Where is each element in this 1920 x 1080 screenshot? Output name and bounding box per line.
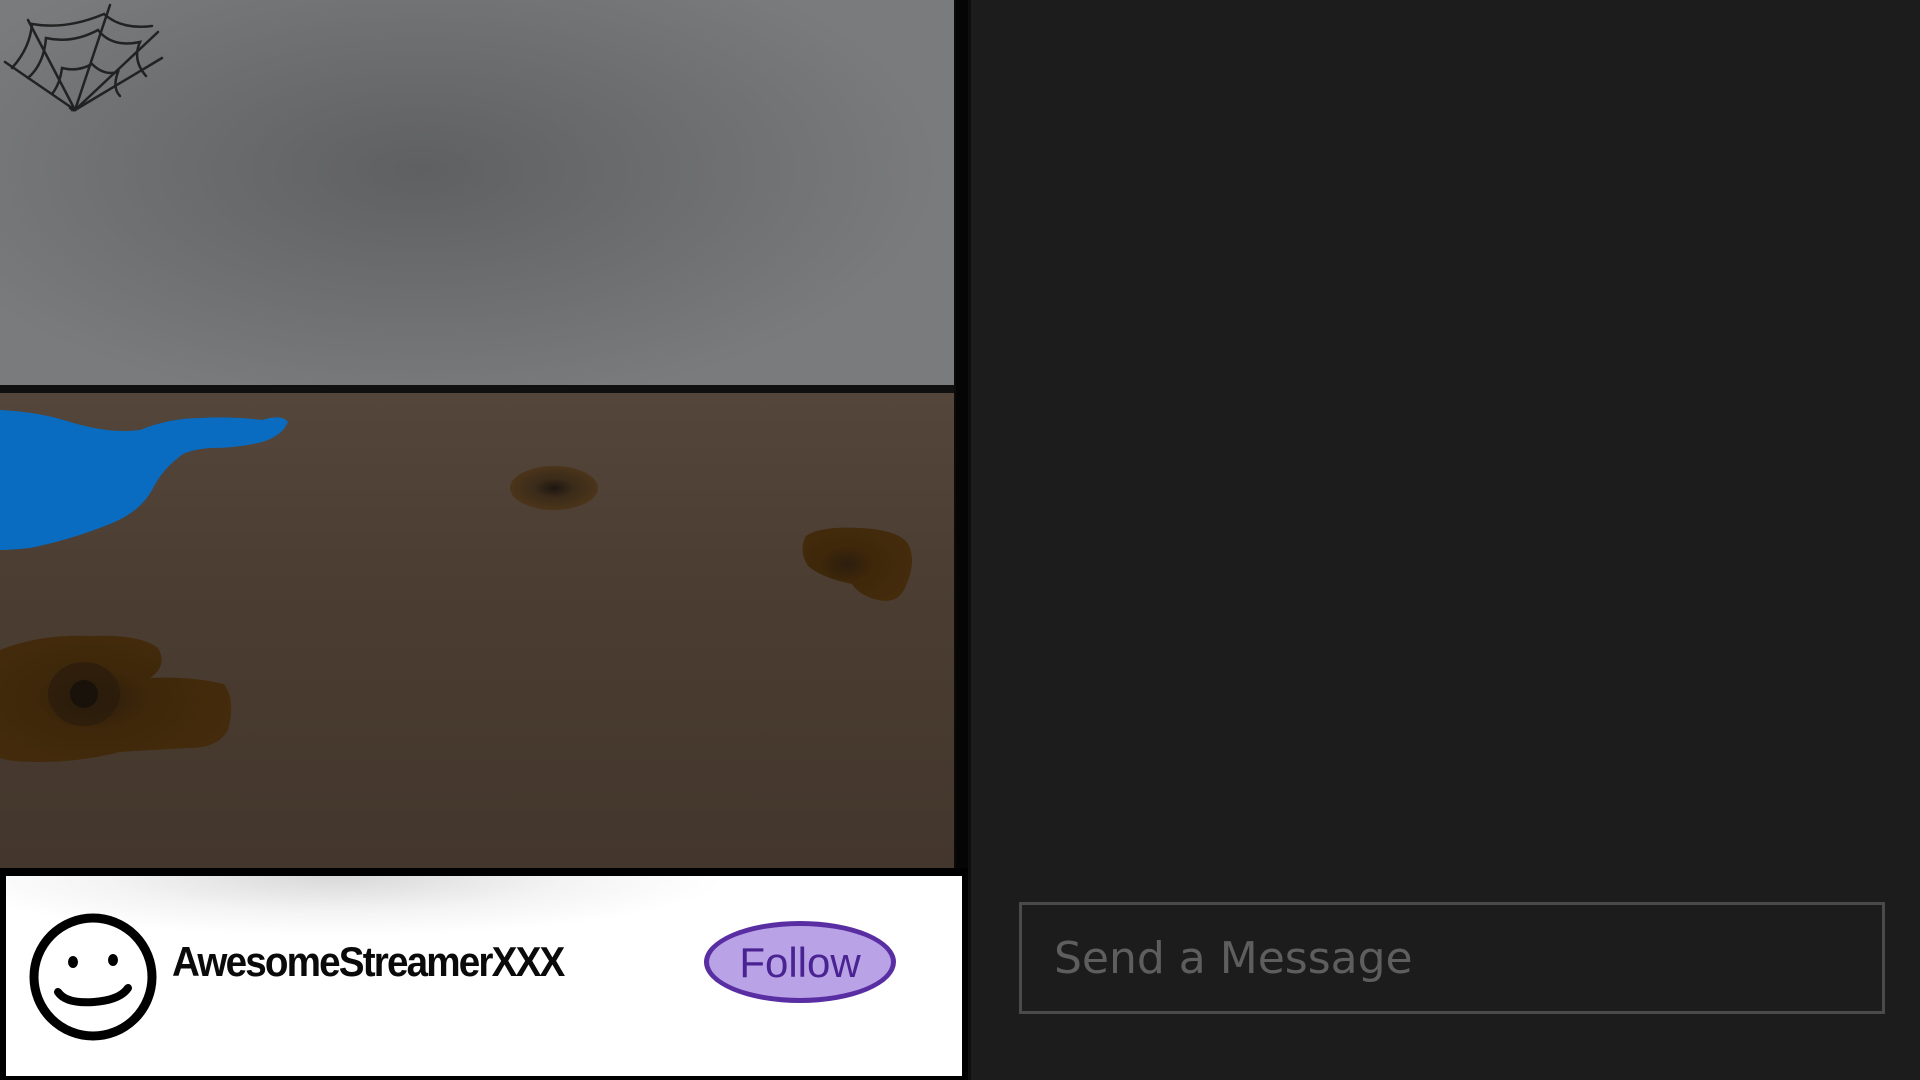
mud-hole-center	[70, 680, 98, 708]
streamer-info-card: AwesomeStreamerXXX Follow	[6, 876, 962, 1076]
chat-message-input[interactable]	[1054, 905, 1882, 1011]
chat-input-box[interactable]	[1019, 902, 1885, 1014]
video-player[interactable]	[0, 0, 956, 870]
spider-web-icon	[3, 3, 164, 112]
water-puddle	[0, 410, 288, 550]
streamer-info-bar: AwesomeStreamerXXX Follow	[0, 868, 970, 1080]
chat-panel	[968, 0, 1920, 1080]
follow-button-label: Follow	[739, 939, 861, 986]
mud-hole	[510, 466, 598, 510]
mud-hole	[802, 527, 912, 601]
stream-app: AwesomeStreamerXXX Follow	[0, 0, 1920, 1080]
video-border	[954, 0, 956, 870]
streamer-name[interactable]: AwesomeStreamerXXX	[172, 938, 565, 986]
video-scene	[0, 3, 912, 762]
follow-button[interactable]: Follow	[704, 921, 896, 1003]
chat-message-list[interactable]	[971, 0, 1920, 880]
smiley-face-icon[interactable]	[28, 912, 158, 1042]
